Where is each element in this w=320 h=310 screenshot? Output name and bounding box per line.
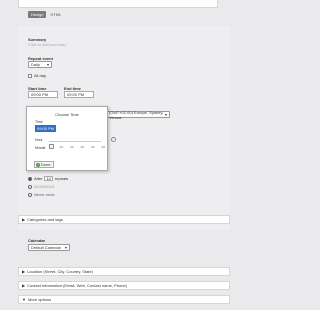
section-categories[interactable]: ▶ Categories and tags [18,215,230,224]
section-location[interactable]: ▶ Location (Street, City, Country, State… [18,267,230,276]
minute-tick: 10 [59,145,63,149]
triangle-down-icon: ▼ [22,297,26,302]
minute-tick: 50 [101,145,105,149]
ends-never-row[interactable]: Never ends [28,192,54,197]
ends-never-radio[interactable] [28,192,32,197]
tab-html[interactable]: HTML [48,11,63,18]
minute-tick: 40 [91,145,95,149]
hour-slider-handle[interactable] [111,137,116,142]
time-picker-popup: Choose Time Time 09:00 PM Hour Minute 00… [26,106,116,171]
tab-design[interactable]: Design [28,11,47,18]
ends-after-radio[interactable] [28,176,32,181]
ends-after-row[interactable]: After 10 repeats [28,176,68,181]
triangle-right-icon: ▶ [22,269,26,274]
calendar-value: Default Calendar [31,245,62,250]
summary-input[interactable]: Click to add summary [28,41,148,48]
section-more-label: More options [27,297,52,302]
ends-on-row[interactable]: 04/20/2015 [28,184,54,189]
chevron-down-icon: ▾ [46,62,49,67]
timezone-value: (GMT+01:00) Europe, Sydney, Vienna [109,109,164,120]
ends-on-date[interactable]: 04/20/2015 [34,184,54,189]
editor-tabs: Design HTML [28,11,63,18]
section-contact[interactable]: ▶ Contact Information (Email, Web, Conta… [18,281,230,290]
section-location-label: Location (Street, City, Country, State) [27,269,93,274]
done-button[interactable]: ✓ Done [34,161,54,168]
allday-label: All day [34,73,47,78]
ends-after-count-input[interactable]: 10 [44,176,53,181]
time-picker-minute-label: Minute [35,146,46,150]
check-icon: ✓ [36,162,40,167]
calendar-select[interactable]: Default Calendar ▾ [28,244,70,251]
time-picker-time-value: 09:00 PM [35,125,57,132]
allday-row[interactable]: All day [28,73,46,78]
time-picker-title: Choose Time [55,112,79,117]
triangle-right-icon: ▶ [22,283,26,288]
triangle-right-icon: ▶ [22,217,26,222]
hour-slider-track[interactable] [49,141,101,142]
section-contact-label: Contact Information (Email, Web, Contact… [27,283,128,288]
chevron-down-icon: ▾ [64,245,67,250]
minute-slider[interactable]: 00 10 20 30 40 50 [49,144,105,150]
calendar-label: Calendar [28,238,46,243]
time-picker-hour-label: Hour [35,138,43,142]
minute-slider-handle[interactable] [49,144,54,149]
ends-after-prefix: After [34,176,43,181]
minute-tick: 20 [70,145,74,149]
ends-after-suffix: repeats [54,176,69,181]
editor-panel-top [18,0,218,8]
section-categories-label: Categories and tags [27,217,63,222]
repeat-value: Daily [31,62,40,67]
start-time-input[interactable]: 09:00 PM [28,91,58,98]
ends-on-radio[interactable] [28,184,32,189]
end-time-input[interactable]: 09:00 PM [64,91,94,98]
done-label: Done [41,162,51,167]
time-picker-time-label: Time [35,120,43,124]
allday-checkbox[interactable] [28,73,32,78]
minute-tick: 30 [80,145,84,149]
section-more-options[interactable]: ▼ More options [18,295,230,304]
repeat-select[interactable]: Daily ▾ [28,61,52,68]
chevron-down-icon: ▾ [164,112,167,117]
ends-never-label: Never ends [34,192,55,197]
